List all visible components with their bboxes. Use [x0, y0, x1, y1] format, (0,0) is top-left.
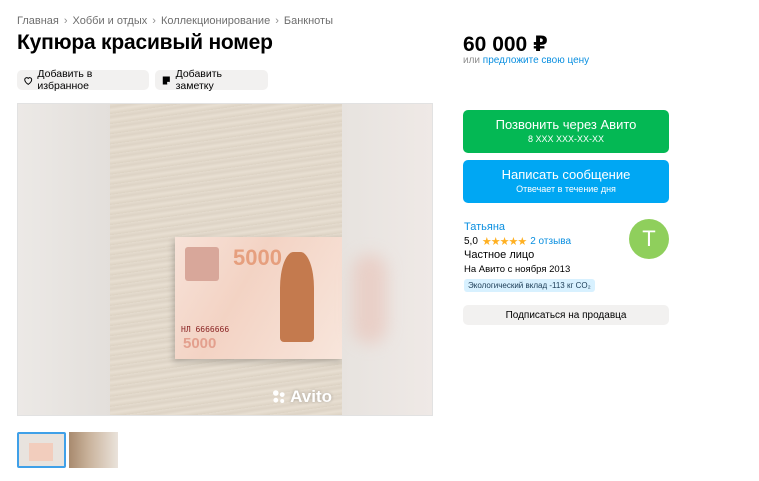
seller-rating: 5,0 ★★★★★ 2 отзыва: [464, 235, 571, 248]
gallery-blur-right: [342, 104, 432, 415]
seller-name[interactable]: Татьяна: [464, 221, 505, 233]
banknote-small-denomination: 5000: [183, 335, 217, 352]
write-message-sub: Отвечает в течение дня: [516, 184, 616, 194]
rating-value: 5,0: [464, 236, 478, 247]
write-message-button[interactable]: Написать сообщение Отвечает в течение дн…: [463, 160, 669, 203]
subscribe-button[interactable]: Подписаться на продавца: [463, 305, 669, 325]
breadcrumb-hobby[interactable]: Хобби и отдых: [73, 15, 148, 27]
add-note-button[interactable]: Добавить заметку: [155, 68, 268, 92]
breadcrumb: Главная › Хобби и отдых › Коллекциониров…: [17, 15, 333, 27]
banknote-serial: НЛ 6666666: [181, 325, 230, 334]
chevron-right-icon: ›: [152, 15, 156, 27]
seller-type: Частное лицо: [464, 249, 535, 261]
chevron-right-icon: ›: [63, 15, 68, 27]
seller-since: На Авито с ноября 2013: [464, 264, 571, 275]
avito-logo-icon: [273, 390, 285, 403]
call-button[interactable]: Позвонить через Авито 8 XXX XXX-XX-XX: [463, 110, 669, 153]
note-icon: [162, 76, 170, 84]
reviews-link[interactable]: 2 отзыва: [530, 236, 571, 247]
call-button-phone: 8 XXX XXX-XX-XX: [527, 134, 605, 144]
add-note-label: Добавить заметку: [175, 68, 223, 92]
call-button-label: Позвонить через Авито: [495, 117, 637, 132]
heart-icon: [24, 76, 33, 85]
add-to-favorites-label: Добавить в избранное: [37, 68, 93, 92]
banknote-denomination: 5000: [233, 245, 282, 270]
breadcrumb-banknotes[interactable]: Банкноты: [284, 15, 333, 27]
star-icons: ★★★★★: [481, 236, 527, 248]
main-photo[interactable]: 5000 НЛ 6666666 5000: [110, 104, 344, 415]
write-message-label: Написать сообщение: [501, 167, 631, 182]
avito-watermark: Avito: [271, 387, 332, 407]
banknote-emblem: [185, 247, 219, 281]
eco-badge[interactable]: Экологический вклад -113 кг CO₂: [464, 279, 595, 292]
breadcrumb-collecting[interactable]: Коллекционирование: [161, 15, 270, 27]
breadcrumb-home[interactable]: Главная: [17, 15, 59, 27]
price: 60 000 ₽: [463, 33, 548, 56]
thumbnail-2[interactable]: [69, 432, 118, 468]
thumbnail-1[interactable]: [17, 432, 66, 468]
watermark-text: Avito: [290, 387, 332, 406]
offer-price-link[interactable]: предложите свою цену: [483, 55, 589, 66]
price-offer-prefix: или: [463, 55, 481, 66]
banknote-image: 5000 НЛ 6666666 5000: [175, 237, 344, 359]
page-title: Купюра красивый номер: [17, 31, 273, 54]
gallery-blur-left: [18, 104, 110, 415]
price-offer: или предложите свою цену: [463, 55, 589, 66]
banknote-statue: [280, 252, 314, 342]
chevron-right-icon: ›: [275, 15, 279, 27]
add-to-favorites-button[interactable]: Добавить в избранное: [17, 68, 149, 92]
avatar[interactable]: Т: [629, 219, 669, 259]
photo-gallery[interactable]: 5000 НЛ 6666666 5000 Avito: [17, 103, 433, 416]
